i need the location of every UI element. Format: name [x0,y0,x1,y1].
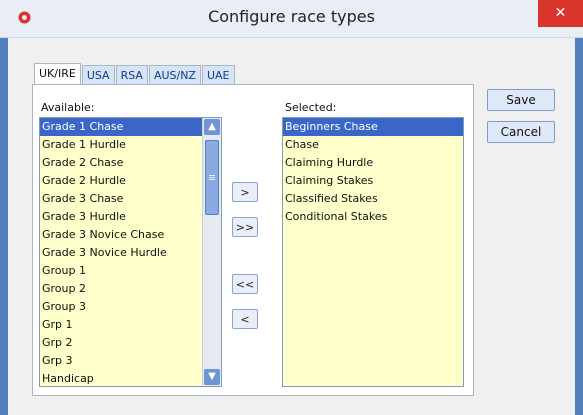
list-item[interactable]: Grp 3 [40,352,221,370]
remove-all-button[interactable]: << [232,274,258,294]
add-button[interactable]: > [232,182,258,202]
title-bar: Configure race types ✕ [0,0,583,38]
list-item[interactable]: Group 3 [40,298,221,316]
list-item[interactable]: Chase [283,136,463,154]
cancel-button[interactable]: Cancel [487,121,555,143]
window-title: Configure race types [208,7,375,26]
available-listbox[interactable]: Grade 1 Chase Grade 1 Hurdle Grade 2 Cha… [39,117,222,387]
list-item[interactable]: Claiming Hurdle [283,154,463,172]
grip-line [209,175,215,176]
scrollbar-thumb[interactable] [205,140,219,215]
selected-listbox[interactable]: Beginners Chase Chase Claiming Hurdle Cl… [282,117,464,387]
list-item[interactable]: Grade 2 Hurdle [40,172,221,190]
grip-line [209,177,215,178]
configure-race-types-dialog: Configure race types ✕ UK/IRE USA RSA AU… [0,0,583,415]
list-item[interactable]: Grade 2 Chase [40,154,221,172]
list-item[interactable]: Grade 1 Hurdle [40,136,221,154]
list-item[interactable]: Handicap [40,370,221,386]
close-button[interactable]: ✕ [538,0,583,27]
available-label: Available: [41,101,95,114]
grip-line [209,179,215,180]
remove-button[interactable]: < [232,309,258,329]
list-item[interactable]: Conditional Stakes [283,208,463,226]
vertical-scrollbar[interactable]: ▲ ▼ [202,118,221,386]
tab-aus-nz[interactable]: AUS/NZ [148,65,201,86]
list-item[interactable]: Grp 2 [40,334,221,352]
list-item[interactable]: Group 1 [40,262,221,280]
selected-label: Selected: [285,101,337,114]
scroll-up-icon[interactable]: ▲ [204,119,220,135]
list-item[interactable]: Grade 3 Novice Chase [40,226,221,244]
region-tabs: UK/IRE USA RSA AUS/NZ UAE [34,63,236,86]
list-item[interactable]: Grade 3 Chase [40,190,221,208]
save-button[interactable]: Save [487,89,555,111]
list-item[interactable]: Group 2 [40,280,221,298]
scroll-down-icon[interactable]: ▼ [204,369,220,385]
list-item[interactable]: Grade 3 Hurdle [40,208,221,226]
tab-rsa[interactable]: RSA [115,65,148,86]
list-item[interactable]: Classified Stakes [283,190,463,208]
list-item[interactable]: Beginners Chase [283,118,463,136]
list-item[interactable]: Grade 3 Novice Hurdle [40,244,221,262]
tab-uae[interactable]: UAE [201,65,235,86]
list-item[interactable]: Grp 1 [40,316,221,334]
list-item[interactable]: Grade 1 Chase [40,118,221,136]
add-all-button[interactable]: >> [232,217,258,237]
tab-uk-ire[interactable]: UK/IRE [34,63,81,86]
list-item[interactable]: Claiming Stakes [283,172,463,190]
tab-usa[interactable]: USA [81,65,115,86]
